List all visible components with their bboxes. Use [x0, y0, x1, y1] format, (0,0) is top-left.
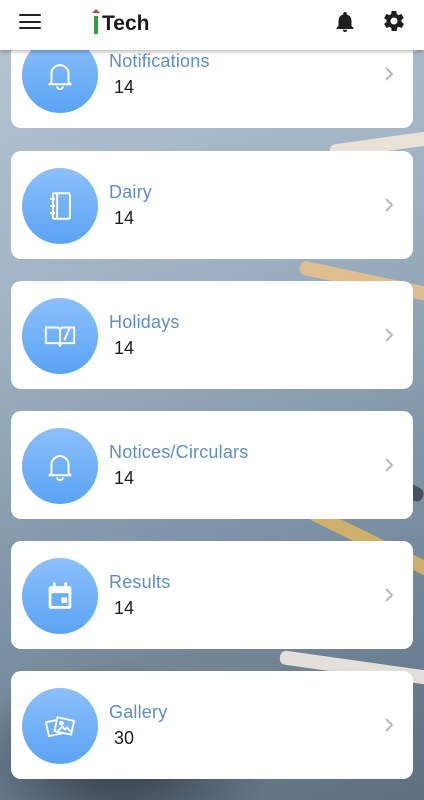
dairy-icon-circle	[22, 168, 98, 244]
dashboard-list: Notifications 14 Dairy 14 Holidays 14 No…	[0, 0, 424, 800]
bell-icon[interactable]	[333, 10, 357, 34]
bell-icon	[48, 64, 72, 91]
gallery-icon	[45, 716, 75, 738]
brand-name: Tech	[102, 12, 150, 35]
holidays-icon-circle	[22, 298, 98, 374]
item-title: Results	[109, 572, 171, 592]
gear-icon[interactable]	[382, 9, 406, 33]
calendar-icon	[48, 582, 72, 609]
item-count: 30	[114, 728, 135, 748]
item-count: 14	[114, 468, 135, 488]
notices-icon-circle	[22, 428, 98, 504]
item-count: 14	[114, 338, 135, 358]
list-item-results[interactable]: Results 14	[11, 541, 413, 649]
open-book-icon	[44, 326, 76, 347]
bell-icon	[48, 455, 72, 482]
item-count: 14	[114, 598, 135, 618]
app-bar: Tech	[0, 0, 424, 50]
chevron-right-icon	[385, 588, 394, 602]
item-title: Notifications	[109, 51, 210, 71]
chevron-right-icon	[385, 328, 394, 342]
item-title: Holidays	[109, 312, 180, 332]
list-item-gallery[interactable]: Gallery 30	[11, 671, 413, 779]
item-count: 14	[114, 208, 135, 228]
app-logo: Tech	[92, 9, 149, 35]
list-item-dairy[interactable]: Dairy 14	[11, 151, 413, 259]
menu-icon[interactable]	[19, 13, 41, 31]
diary-icon	[50, 192, 71, 220]
chevron-right-icon	[385, 458, 394, 472]
list-item-holidays[interactable]: Holidays 14	[11, 281, 413, 389]
results-icon-circle	[22, 558, 98, 634]
list-item-notices-circulars[interactable]: Notices/Circulars 14	[11, 411, 413, 519]
item-count: 14	[114, 77, 135, 97]
chevron-right-icon	[385, 718, 394, 732]
chevron-right-icon	[385, 67, 394, 81]
gallery-icon-circle	[22, 688, 98, 764]
item-title: Dairy	[109, 182, 153, 202]
chevron-right-icon	[385, 198, 394, 212]
item-title: Notices/Circulars	[109, 442, 249, 462]
logo-mark-icon	[92, 9, 100, 34]
item-title: Gallery	[109, 702, 168, 722]
